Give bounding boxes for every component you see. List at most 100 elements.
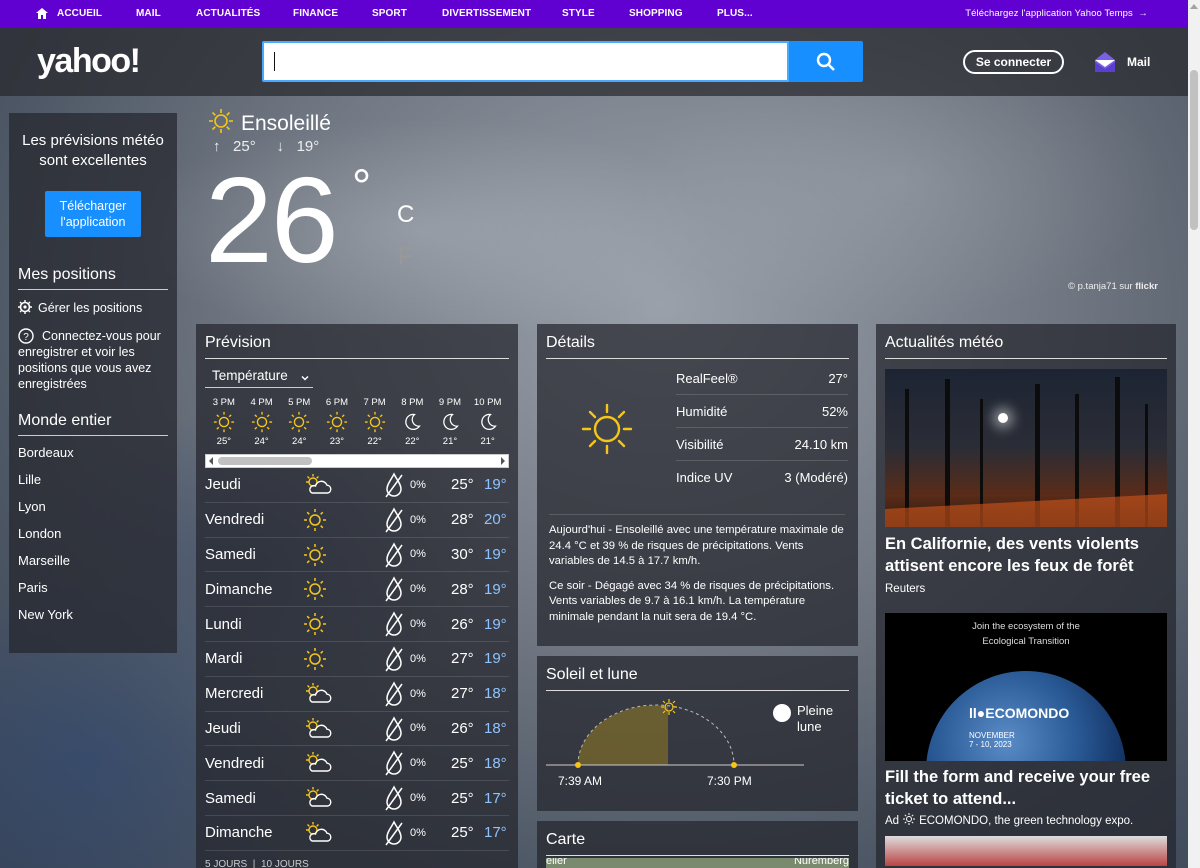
detail-key: Humidité <box>676 404 728 419</box>
yahoo-logo[interactable]: yahoo! <box>37 42 141 81</box>
forecast-metric-select[interactable]: Température <box>205 366 313 388</box>
app-download-link[interactable]: Téléchargez l'application Yahoo Temps → <box>965 8 1148 19</box>
day-high: 27° <box>451 685 474 703</box>
precipitation-drop-icon <box>383 507 405 537</box>
city-link[interactable]: Lille <box>18 466 168 493</box>
partly-cloudy-icon <box>303 682 333 710</box>
detail-key: Indice UV <box>676 470 733 485</box>
app-download-label: Téléchargez l'application Yahoo Temps <box>965 8 1133 19</box>
day-low: 18° <box>484 754 507 772</box>
degree-symbol: ° <box>352 161 372 214</box>
ad-advertiser: ECOMONDO, the green technology expo. <box>919 814 1134 827</box>
partly-cloudy-icon <box>303 786 333 814</box>
connect-info[interactable]: ? Connectez-vous pour enregistrer et voi… <box>18 328 168 392</box>
news-image-3[interactable] <box>885 836 1167 866</box>
full-moon-icon <box>773 704 791 722</box>
scroll-up-icon[interactable] <box>1190 4 1198 9</box>
day-name: Jeudi <box>205 476 241 494</box>
daily-forecast: Jeudi 0% 25° 19° Vendredi 0% 28° 20° Samedi 0% 30°… <box>205 468 509 851</box>
ecomondo-mark-icon: ll● <box>969 705 986 721</box>
sun-icon <box>580 402 634 461</box>
day-high: 26° <box>451 615 474 633</box>
photo-credit[interactable]: © p.tanja71 sur flickr <box>1068 281 1158 292</box>
search-input[interactable] <box>262 41 789 82</box>
hourly-scrollbar[interactable] <box>205 454 509 468</box>
page-scroll-thumb[interactable] <box>1190 70 1198 230</box>
news-headline[interactable]: En Californie, des vents violents attise… <box>885 533 1167 577</box>
nav-sport[interactable]: SPORT <box>372 8 407 19</box>
world-heading: Monde entier <box>18 412 168 436</box>
precipitation-chance: 0% <box>410 513 426 526</box>
hour-temp: 23° <box>329 436 345 447</box>
sun-icon <box>303 612 327 640</box>
sign-in-button[interactable]: Se connecter <box>963 50 1064 74</box>
tab-10-days[interactable]: 10 JOURS <box>261 859 309 868</box>
hourly-forecast: 3 PM 25° 4 PM 24° 5 PM 24° 6 PM 23° 7 PM 22° 8 PM 2… <box>205 396 509 448</box>
moon-phase: Pleine lune <box>797 703 834 734</box>
day-high: 28° <box>451 511 474 529</box>
detail-value: 24.10 km <box>794 437 848 452</box>
sun-icon <box>356 409 394 435</box>
day-low: 19° <box>484 650 507 668</box>
daily-forecast-row: Mardi 0% 27° 19° <box>205 642 509 677</box>
map-preview[interactable]: élier Nuremberg <box>546 858 849 868</box>
sun-icon <box>318 409 356 435</box>
search-icon <box>816 52 835 71</box>
forecast-title: Prévision <box>205 324 509 359</box>
day-name: Dimanche <box>205 580 273 598</box>
ad-image-line: Join the ecosystem of the <box>972 621 1080 632</box>
ad-source: Ad ECOMONDO, the green technology expo. <box>885 813 1167 828</box>
precipitation-chance: 0% <box>410 826 426 839</box>
unit-celsius-toggle[interactable]: C <box>397 201 414 229</box>
sun-icon <box>205 409 243 435</box>
scroll-right-icon[interactable] <box>501 457 505 465</box>
nav-actualites[interactable]: ACTUALITÉS <box>196 8 260 19</box>
sun-moon-title: Soleil et lune <box>546 656 849 691</box>
mail-link[interactable]: Mail <box>1127 55 1150 69</box>
download-app-button[interactable]: Télécharger l'application <box>45 191 141 237</box>
header: yahoo! Se connecter Mail <box>0 28 1188 96</box>
precipitation-drop-icon <box>383 646 405 676</box>
precipitation-chance: 0% <box>410 478 426 491</box>
ad-date-days: 7 - 10, 2023 <box>969 740 1012 749</box>
search-button[interactable] <box>789 41 863 82</box>
city-link[interactable]: London <box>18 520 168 547</box>
scroll-thumb[interactable] <box>218 457 312 465</box>
page-scrollbar[interactable] <box>1188 0 1200 868</box>
manage-positions-link[interactable]: Gérer les positions <box>18 300 168 318</box>
hour-item: 5 PM 24° <box>280 396 318 448</box>
news-image-wildfire[interactable] <box>885 369 1167 527</box>
home-icon[interactable] <box>36 8 48 22</box>
current-condition: Ensoleillé <box>208 108 331 140</box>
nav-accueil[interactable]: ACCUEIL <box>57 8 102 19</box>
scroll-left-icon[interactable] <box>209 457 213 465</box>
hour-item: 9 PM 21° <box>431 396 469 448</box>
city-link[interactable]: Bordeaux <box>18 439 168 466</box>
city-link[interactable]: Marseille <box>18 547 168 574</box>
nav-style[interactable]: STYLE <box>562 8 595 19</box>
unit-fahrenheit-toggle[interactable]: F <box>398 243 413 271</box>
nav-finance[interactable]: FINANCE <box>293 8 338 19</box>
hour-item: 8 PM 22° <box>393 396 431 448</box>
hour-time: 6 PM <box>325 397 348 408</box>
city-link[interactable]: Lyon <box>18 493 168 520</box>
ad-headline[interactable]: Fill the form and receive your free tick… <box>885 766 1167 810</box>
detail-value: 3 (Modéré) <box>784 470 848 485</box>
precipitation-chance: 0% <box>410 583 426 596</box>
ad-image-ecomondo[interactable]: Join the ecosystem of the Ecological Tran… <box>885 613 1167 761</box>
nav-mail[interactable]: MAIL <box>136 8 161 19</box>
day-name: Samedi <box>205 789 256 807</box>
day-low: 19° <box>484 476 507 494</box>
nav-shopping[interactable]: SHOPPING <box>629 8 683 19</box>
city-list: Bordeaux Lille Lyon London Marseille Par… <box>18 439 168 628</box>
nav-plus[interactable]: PLUS... <box>717 8 753 19</box>
nav-divertissement[interactable]: DIVERTISSEMENT <box>442 8 531 19</box>
day-name: Samedi <box>205 545 256 563</box>
sun-icon <box>303 577 327 605</box>
tab-5-days[interactable]: 5 JOURS <box>205 859 247 868</box>
mail-envelope-icon[interactable] <box>1094 50 1116 79</box>
city-link[interactable]: New York <box>18 601 168 628</box>
ad-date-month: NOVEMBER <box>969 731 1015 740</box>
city-link[interactable]: Paris <box>18 574 168 601</box>
precipitation-chance: 0% <box>410 722 426 735</box>
